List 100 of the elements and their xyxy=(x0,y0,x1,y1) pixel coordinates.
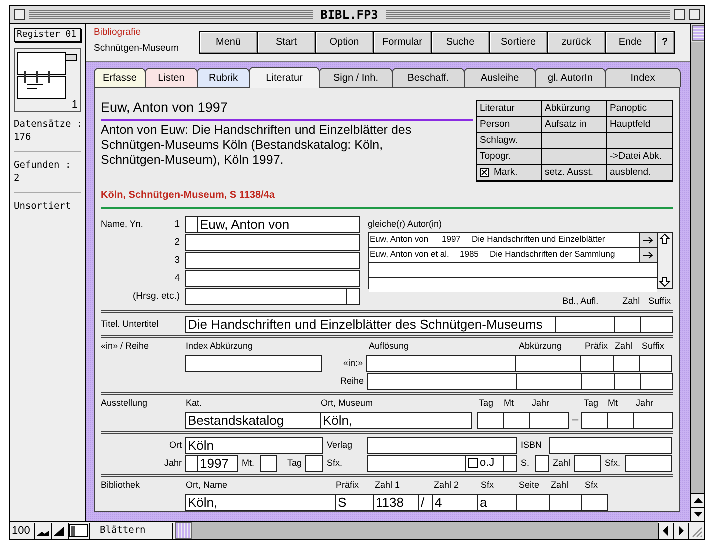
input-field[interactable]: 1997 xyxy=(197,454,238,472)
input-field[interactable] xyxy=(346,288,360,304)
scroll-down-icon[interactable] xyxy=(659,276,671,288)
resize-grip-icon[interactable] xyxy=(688,522,704,538)
layout-menu[interactable]: Register 01 xyxy=(14,28,81,42)
input-field[interactable]: S xyxy=(335,494,374,510)
action-button[interactable]: ausblend. xyxy=(607,165,672,181)
input-field[interactable] xyxy=(640,316,673,332)
input-field[interactable] xyxy=(305,454,323,472)
input-field[interactable]: Euw, Anton von xyxy=(197,216,360,232)
checkbox-icon[interactable] xyxy=(468,458,478,468)
input-field[interactable]: Köln xyxy=(185,436,323,454)
action-button[interactable]: ->Datei Abk. xyxy=(607,149,672,165)
input-field[interactable] xyxy=(607,412,634,428)
input-field[interactable]: Die Handschriften und Einzelblätter des Schnütgen-Museums xyxy=(185,316,556,332)
scroll-up-icon[interactable] xyxy=(691,493,704,507)
action-button[interactable]: Hauptfeld xyxy=(607,117,672,133)
tab[interactable]: Beschaff. xyxy=(392,68,465,87)
input-field[interactable] xyxy=(366,354,516,372)
action-button[interactable]: Abkürzung xyxy=(542,101,607,117)
scroll-thumb[interactable] xyxy=(692,25,704,41)
scroll-up-icon[interactable] xyxy=(659,233,671,245)
tab[interactable]: Rubrik xyxy=(197,68,250,87)
mark-button[interactable]: Mark. xyxy=(477,165,542,181)
input-field[interactable] xyxy=(614,316,641,332)
input-field[interactable]: a xyxy=(477,494,517,510)
tab[interactable]: Index xyxy=(605,68,681,87)
input-field[interactable] xyxy=(640,372,673,390)
input-field[interactable]: Bestandskatalog xyxy=(185,412,321,428)
input-field[interactable] xyxy=(260,454,277,472)
input-field[interactable]: Köln, xyxy=(320,412,472,428)
nav-button[interactable]: ? xyxy=(656,32,674,53)
input-field[interactable] xyxy=(625,454,672,472)
input-field[interactable] xyxy=(515,354,581,372)
zoom-level[interactable]: 100 xyxy=(10,522,35,538)
action-button[interactable]: Topogr. xyxy=(477,149,542,165)
action-button[interactable]: Panoptic xyxy=(607,101,672,117)
input-field[interactable] xyxy=(549,494,582,510)
input-field[interactable] xyxy=(581,372,615,390)
input-field[interactable] xyxy=(581,494,608,510)
input-field[interactable] xyxy=(185,288,347,304)
input-field[interactable] xyxy=(185,252,360,268)
input-field[interactable] xyxy=(516,494,550,510)
input-field[interactable] xyxy=(367,454,466,472)
input-field[interactable] xyxy=(367,436,517,454)
go-to-button[interactable] xyxy=(639,248,657,262)
nav-button[interactable]: zurück xyxy=(548,32,606,53)
input-field[interactable] xyxy=(185,354,322,372)
input-field[interactable] xyxy=(185,234,360,250)
list-row[interactable]: Euw, Anton von 1997 Die Handschriften und Einzelblätter xyxy=(369,233,639,247)
input-field[interactable]: 4 xyxy=(432,494,478,510)
input-field[interactable] xyxy=(185,454,198,472)
input-field[interactable] xyxy=(580,354,614,372)
nav-button[interactable]: Ende xyxy=(606,32,656,53)
input-field[interactable] xyxy=(613,354,640,372)
input-field[interactable] xyxy=(185,216,198,232)
action-button[interactable]: Schlagw. xyxy=(477,133,542,149)
tab[interactable]: Erfasse xyxy=(94,68,146,87)
input-field[interactable]: Köln, xyxy=(185,494,336,510)
input-field[interactable] xyxy=(477,412,504,428)
checkbox[interactable] xyxy=(480,168,489,177)
input-field[interactable] xyxy=(503,412,530,428)
zoom-box[interactable] xyxy=(674,9,686,20)
input-field[interactable] xyxy=(516,372,582,390)
tab[interactable]: Literatur xyxy=(249,67,320,88)
no-year-checkbox[interactable]: o.J xyxy=(465,454,504,472)
action-button[interactable]: Literatur xyxy=(477,101,542,117)
book-icon[interactable] xyxy=(17,51,79,101)
nav-button[interactable]: Menü xyxy=(200,32,258,53)
zoom-in-icon[interactable] xyxy=(52,522,69,538)
go-to-button[interactable] xyxy=(639,233,657,247)
input-field[interactable] xyxy=(529,412,569,428)
input-field[interactable] xyxy=(185,270,360,286)
input-field[interactable] xyxy=(639,354,672,372)
close-box[interactable] xyxy=(14,9,25,20)
input-field[interactable] xyxy=(581,412,608,428)
input-field[interactable] xyxy=(535,454,549,472)
nav-button[interactable]: Sortiere xyxy=(490,32,548,53)
status-area-icon[interactable] xyxy=(69,522,90,538)
mode-label[interactable]: Blättern xyxy=(90,522,173,538)
tab[interactable]: Ausleihe xyxy=(464,68,536,87)
input-field[interactable] xyxy=(503,454,517,472)
input-field[interactable] xyxy=(574,454,601,472)
scroll-thumb[interactable] xyxy=(175,522,192,539)
input-field[interactable] xyxy=(614,372,641,390)
input-field[interactable] xyxy=(633,412,673,428)
zoom-out-icon[interactable] xyxy=(35,522,52,538)
input-field[interactable] xyxy=(549,436,672,454)
nav-button[interactable]: Suche xyxy=(432,32,490,53)
action-button[interactable]: setz. Ausst. xyxy=(542,165,607,181)
action-button[interactable]: Aufsatz in xyxy=(542,117,607,133)
input-field[interactable]: / xyxy=(418,494,433,510)
input-field[interactable] xyxy=(555,316,615,332)
nav-button[interactable]: Start xyxy=(258,32,316,53)
list-row[interactable]: Euw, Anton von et al. 1985 Die Handschriften der Sammlung xyxy=(369,248,639,262)
action-button[interactable]: Person xyxy=(477,117,542,133)
tab[interactable]: gl. AutorIn xyxy=(535,68,606,87)
scroll-down-icon[interactable] xyxy=(691,507,704,521)
nav-button[interactable]: Formular xyxy=(374,32,432,53)
tab[interactable]: Sign / Inh. xyxy=(319,68,393,87)
